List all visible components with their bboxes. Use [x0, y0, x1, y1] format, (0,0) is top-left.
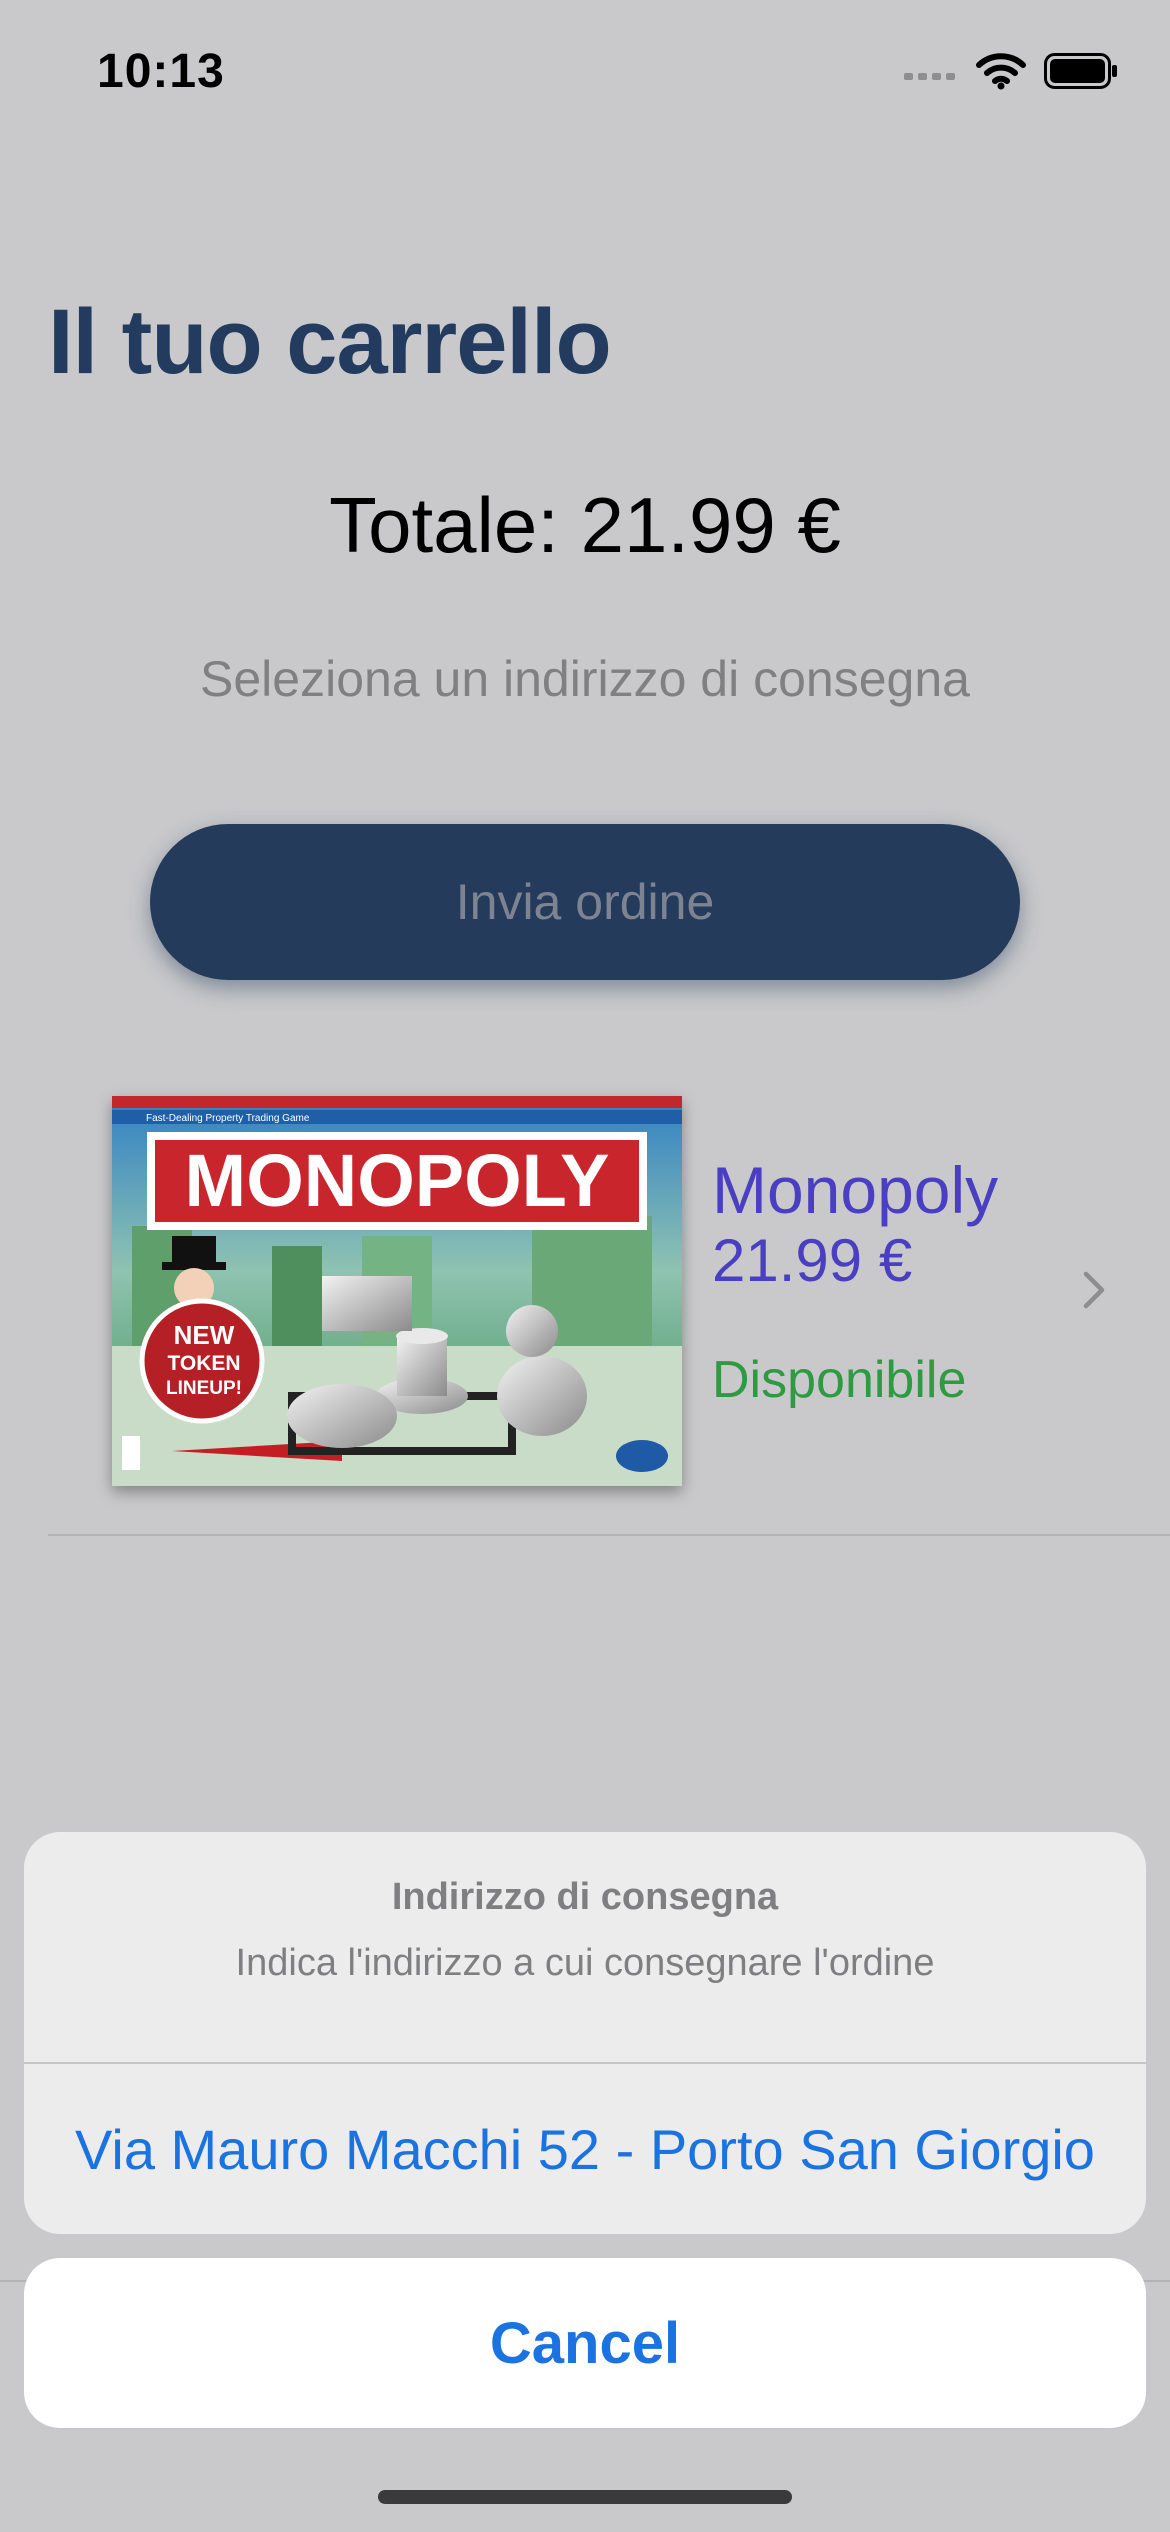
badge-line-1: NEW	[174, 1320, 235, 1350]
status-bar: 10:13	[0, 0, 1170, 140]
action-sheet-title: Indirizzo di consegna	[391, 1876, 779, 1918]
badge-line-2: TOKEN	[167, 1352, 240, 1375]
badge-line-3: LINEUP!	[166, 1378, 242, 1399]
status-time: 10:13	[97, 45, 225, 98]
page-title: Il tuo carrello	[48, 291, 612, 393]
product-price: 21.99 €	[712, 1227, 913, 1294]
status-icons	[902, 52, 1118, 90]
home-indicator[interactable]	[378, 2490, 792, 2504]
cart-item-row[interactable]: Fast-Dealing Property Trading Game MONOP…	[0, 1090, 1170, 1535]
address-hint: Seleziona un indirizzo di consegna	[200, 651, 970, 707]
send-order-button[interactable]: Invia ordine	[150, 824, 1020, 980]
address-option[interactable]: Via Mauro Macchi 52 - Porto San Giorgio	[24, 2064, 1146, 2234]
box-title: MONOPOLY	[185, 1139, 610, 1222]
chevron-right-icon	[1083, 1271, 1105, 1309]
cancel-button[interactable]: Cancel	[24, 2258, 1146, 2428]
order-total: Totale: 21.99 €	[329, 481, 841, 569]
product-name: Monopoly	[712, 1153, 999, 1227]
address-action-sheet: Indirizzo di consegna Indica l'indirizzo…	[24, 1832, 1146, 2234]
box-tagline: Fast-Dealing Property Trading Game	[146, 1113, 310, 1124]
cellular-signal-icon	[904, 73, 955, 80]
battery-icon	[1044, 53, 1117, 89]
row-divider	[48, 1534, 1170, 1536]
product-image: Fast-Dealing Property Trading Game MONOP…	[112, 1096, 682, 1486]
wifi-icon	[976, 53, 1026, 90]
availability-status: Disponibile	[712, 1351, 967, 1409]
action-sheet-message: Indica l'indirizzo a cui consegnare l'or…	[235, 1942, 935, 1984]
